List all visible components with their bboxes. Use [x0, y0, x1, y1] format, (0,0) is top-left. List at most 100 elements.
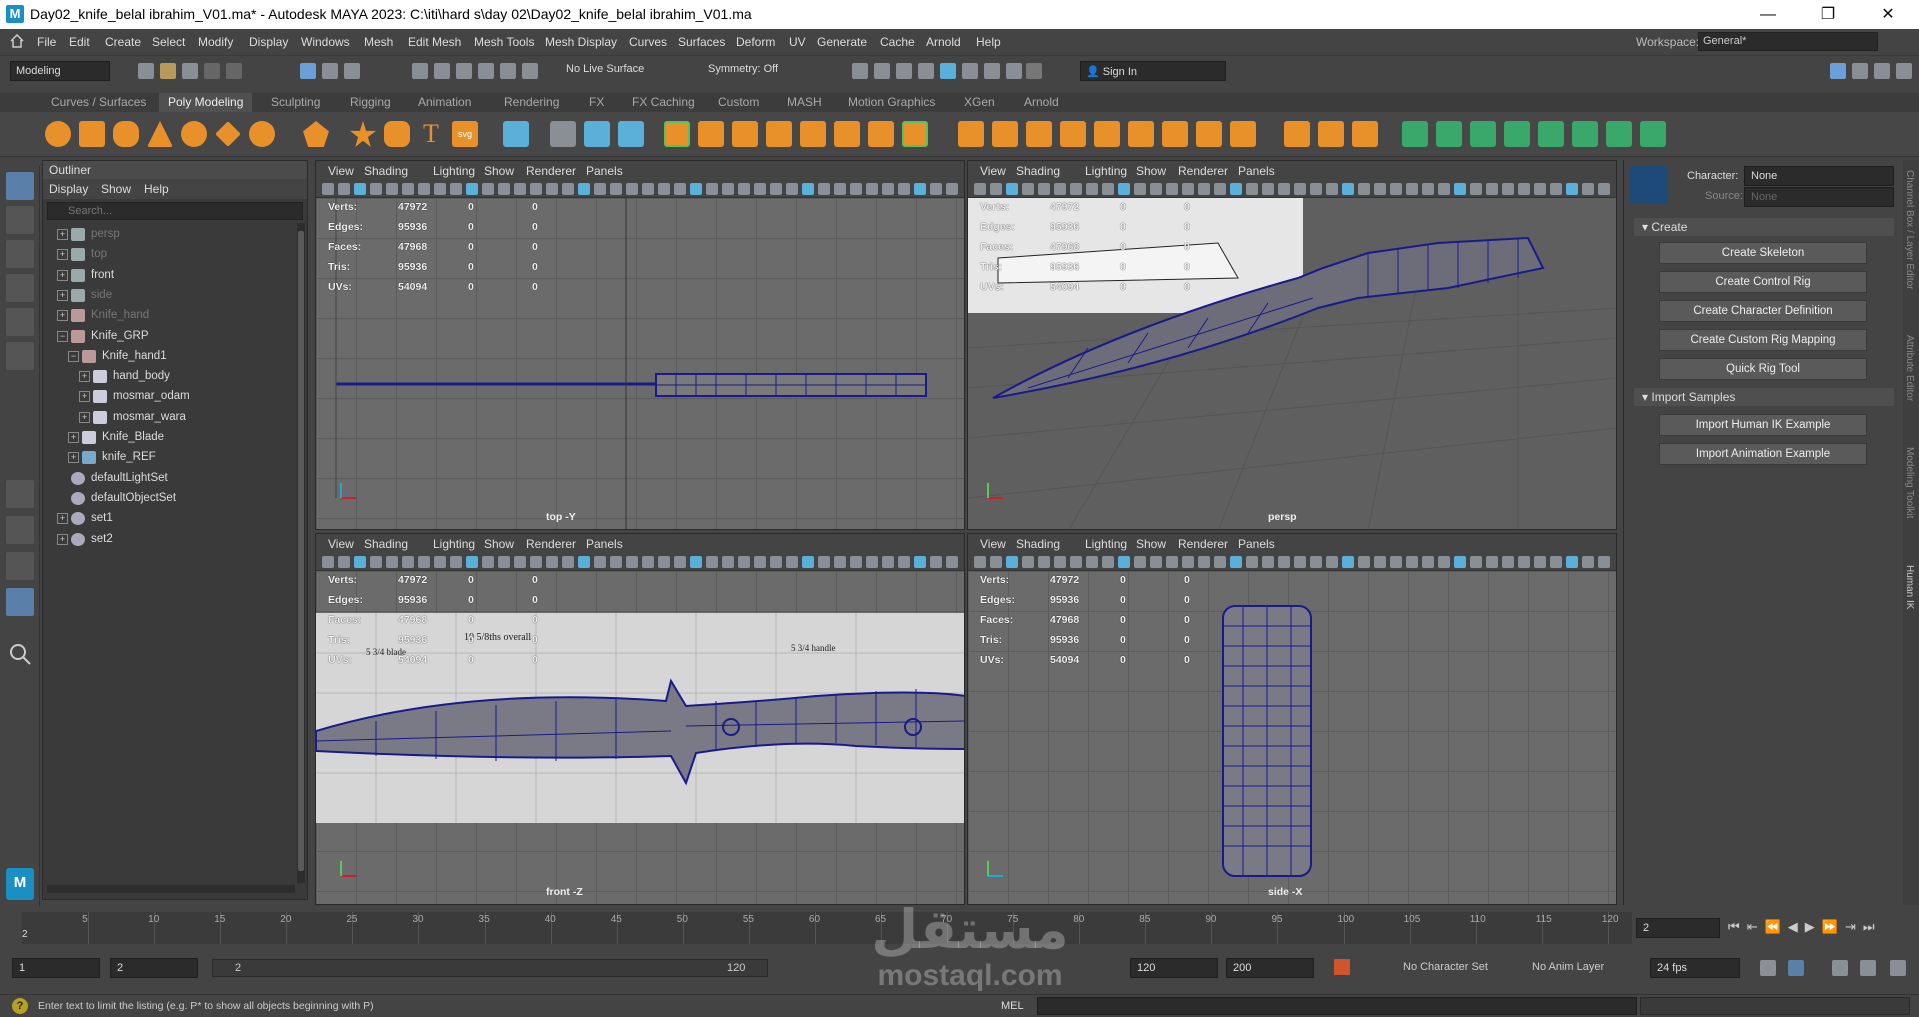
- viewport-tool-icon[interactable]: [1582, 183, 1594, 195]
- side-tab-human-ik[interactable]: Human IK: [1904, 565, 1915, 609]
- viewport-tool-icon[interactable]: [1182, 556, 1194, 568]
- viewport-tool-icon[interactable]: [706, 183, 718, 195]
- new-scene-icon[interactable]: [138, 63, 154, 79]
- menu-curves[interactable]: Curves: [629, 35, 667, 49]
- menu-mesh-tools[interactable]: Mesh Tools: [474, 35, 534, 49]
- render-view-icon[interactable]: [852, 63, 868, 79]
- viewport-tool-icon[interactable]: [834, 183, 846, 195]
- create-skeleton-button[interactable]: Create Skeleton: [1659, 242, 1867, 264]
- multi-cut-icon[interactable]: [1284, 121, 1310, 147]
- poly-sphere-icon[interactable]: [45, 121, 71, 147]
- range-slider[interactable]: 2 120: [212, 959, 768, 977]
- command-line-input[interactable]: [1037, 997, 1637, 1015]
- expand-icon[interactable]: +: [68, 432, 79, 443]
- end-time-field[interactable]: 200: [1226, 958, 1314, 978]
- two-view-layout-icon[interactable]: [6, 552, 34, 580]
- shelf-tab-fx-caching[interactable]: FX Caching: [623, 93, 704, 112]
- viewport-menu-show[interactable]: Show: [484, 164, 514, 178]
- viewport-tool-icon[interactable]: [434, 556, 446, 568]
- uv-tool-icon[interactable]: [584, 121, 610, 147]
- create-section-header[interactable]: ▾ Create: [1634, 218, 1894, 236]
- viewport-tool-icon[interactable]: [1022, 556, 1034, 568]
- convert-selection-icon[interactable]: [503, 121, 529, 147]
- viewport-tool-icon[interactable]: [1006, 556, 1018, 568]
- offset-edge-loop-icon[interactable]: [1352, 121, 1378, 147]
- undo-icon[interactable]: [204, 63, 220, 79]
- viewport-tool-icon[interactable]: [674, 183, 686, 195]
- toggle-tool-settings-icon[interactable]: [1874, 63, 1890, 79]
- shelf-tab-arnold[interactable]: Arnold: [1015, 93, 1068, 112]
- select-by-object-icon[interactable]: [322, 63, 338, 79]
- viewport-tool-icon[interactable]: [1502, 556, 1514, 568]
- viewport-tool-icon[interactable]: [338, 183, 350, 195]
- start-time-field[interactable]: 1: [12, 958, 100, 978]
- viewport-tool-icon[interactable]: [354, 183, 366, 195]
- viewport-tool-icon[interactable]: [1310, 183, 1322, 195]
- measure-tool-icon[interactable]: [550, 121, 576, 147]
- unfold-icon[interactable]: [1538, 121, 1564, 147]
- viewport-tool-icon[interactable]: [1134, 183, 1146, 195]
- viewport-tool-icon[interactable]: [1486, 556, 1498, 568]
- arnold-pause-icon[interactable]: [1006, 63, 1022, 79]
- snap-grid-icon[interactable]: [412, 63, 428, 79]
- menu-deform[interactable]: Deform: [736, 35, 775, 49]
- arnold-render-icon[interactable]: [962, 63, 978, 79]
- outliner-persp-layout-icon[interactable]: [6, 588, 34, 616]
- character-icon[interactable]: [1890, 960, 1906, 976]
- viewport-tool-icon[interactable]: [642, 183, 654, 195]
- pause-icon[interactable]: [1026, 63, 1042, 79]
- viewport-menu-shading[interactable]: Shading: [364, 164, 408, 178]
- viewport-tool-icon[interactable]: [1118, 556, 1130, 568]
- viewport-tool-icon[interactable]: [1422, 556, 1434, 568]
- viewport-menu-show[interactable]: Show: [484, 537, 514, 551]
- target-weld-icon[interactable]: [1162, 121, 1188, 147]
- viewport-tool-icon[interactable]: [322, 183, 334, 195]
- outliner-item[interactable]: + hand_body: [43, 367, 293, 387]
- viewport-tool-icon[interactable]: [514, 183, 526, 195]
- source-dropdown[interactable]: None: [1744, 187, 1894, 207]
- viewport-tool-icon[interactable]: [1166, 183, 1178, 195]
- viewport-tool-icon[interactable]: [386, 183, 398, 195]
- side-tab-modeling-toolkit[interactable]: Modeling Toolkit: [1904, 447, 1915, 519]
- sign-in-dropdown[interactable]: 👤 Sign In: [1080, 61, 1226, 81]
- viewport-tool-icon[interactable]: [930, 183, 942, 195]
- viewport-tool-icon[interactable]: [530, 556, 542, 568]
- type-tool-icon[interactable]: T: [418, 121, 444, 147]
- viewport-tool-icon[interactable]: [1262, 183, 1274, 195]
- menu-surfaces[interactable]: Surfaces: [678, 35, 725, 49]
- viewport-tool-icon[interactable]: [754, 183, 766, 195]
- viewport-menu-renderer[interactable]: Renderer: [1178, 537, 1228, 551]
- menu-help[interactable]: Help: [976, 35, 1001, 49]
- viewport-tool-icon[interactable]: [594, 556, 606, 568]
- viewport-tool-icon[interactable]: [482, 556, 494, 568]
- viewport-tool-icon[interactable]: [338, 556, 350, 568]
- expand-icon[interactable]: +: [57, 310, 68, 322]
- viewport-tool-icon[interactable]: [1262, 556, 1274, 568]
- viewport-tool-icon[interactable]: [1054, 183, 1066, 195]
- import-human-ik-example-button[interactable]: Import Human IK Example: [1659, 414, 1867, 436]
- viewport-tool-icon[interactable]: [1438, 556, 1450, 568]
- viewport-tool-icon[interactable]: [1006, 183, 1018, 195]
- viewport-tool-icon[interactable]: [530, 183, 542, 195]
- viewport-menu-renderer[interactable]: Renderer: [526, 537, 576, 551]
- viewport-tool-icon[interactable]: [1454, 183, 1466, 195]
- viewport-tool-icon[interactable]: [1582, 556, 1594, 568]
- select-by-hierarchy-icon[interactable]: [300, 63, 316, 79]
- viewport-tool-icon[interactable]: [1534, 556, 1546, 568]
- smooth-icon[interactable]: [732, 121, 758, 147]
- viewport-tool-icon[interactable]: [1198, 183, 1210, 195]
- viewport-tool-icon[interactable]: [370, 183, 382, 195]
- fps-dropdown[interactable]: 24 fps: [1650, 958, 1740, 978]
- cut-uv-icon[interactable]: [1606, 121, 1632, 147]
- viewport-tool-icon[interactable]: [1118, 183, 1130, 195]
- viewport-tool-icon[interactable]: [1070, 556, 1082, 568]
- outliner-item[interactable]: + set2: [43, 530, 293, 550]
- viewport-tool-icon[interactable]: [658, 183, 670, 195]
- viewport-tool-icon[interactable]: [482, 183, 494, 195]
- bridge-icon[interactable]: [992, 121, 1018, 147]
- poly-disc-icon[interactable]: [249, 121, 275, 147]
- lasso-tool-icon[interactable]: [6, 206, 34, 234]
- expand-icon[interactable]: +: [57, 289, 68, 301]
- viewport-top[interactable]: View Shading Lighting Show Renderer Panels Ver…: [315, 160, 965, 530]
- shelf-tab-poly-modeling[interactable]: Poly Modeling: [159, 93, 253, 112]
